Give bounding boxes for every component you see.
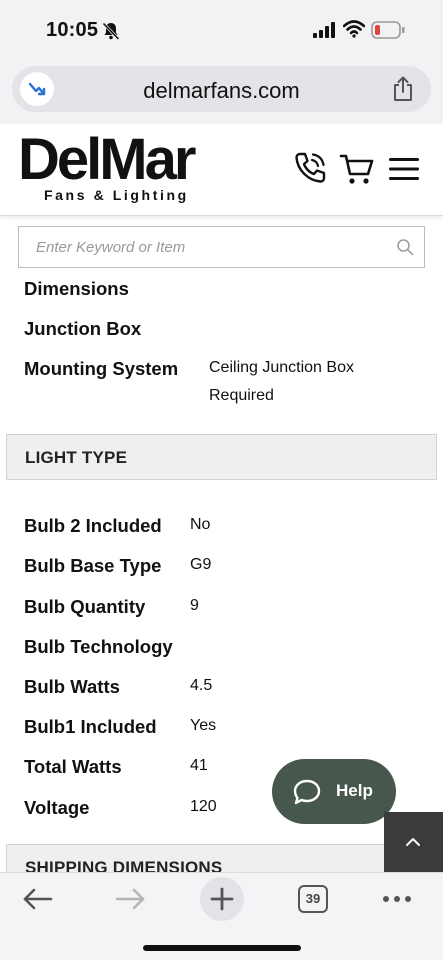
spec-label-mounting-system: Mounting System [24, 358, 179, 379]
spec-value-mounting-system-line1: Ceiling Junction Box [209, 359, 354, 376]
chevron-up-icon [406, 838, 420, 846]
spec-label-junction-box: Junction Box [24, 318, 142, 339]
help-chat-button[interactable]: Help [272, 759, 396, 824]
spec-value-mounting-system-line2: Required [209, 387, 274, 404]
menu-icon[interactable] [389, 156, 419, 182]
search-box [18, 226, 425, 268]
search-icon[interactable] [396, 238, 414, 256]
spec-label-voltage: Voltage [24, 797, 90, 818]
site-logo[interactable]: DelMar [18, 128, 196, 192]
battery-low-icon [371, 21, 405, 39]
browser-address-area: delmarfans.com [0, 60, 443, 124]
spec-value-total-watts: 41 [190, 757, 208, 774]
spec-value-bulb-base-type: G9 [190, 556, 212, 573]
spec-label-bulb-2-included: Bulb 2 Included [24, 515, 162, 536]
spec-value-bulb1-included: Yes [190, 717, 217, 734]
search-input[interactable] [19, 227, 424, 267]
spec-label-bulb1-included: Bulb1 Included [24, 716, 157, 737]
section-header-light-type[interactable]: LIGHT TYPE [6, 434, 437, 480]
spec-label-total-watts: Total Watts [24, 756, 122, 777]
site-tagline: Fans & Lighting [44, 187, 189, 203]
cart-icon[interactable] [339, 152, 375, 186]
site-header: DelMar Fans & Lighting [0, 124, 443, 216]
plus-icon [210, 887, 234, 911]
help-label: Help [336, 781, 373, 800]
status-time: 10:05 [46, 19, 99, 41]
spec-label-bulb-base-type: Bulb Base Type [24, 555, 162, 576]
browser-toolbar: 39 [0, 872, 443, 960]
spec-value-bulb-2-included: No [190, 516, 211, 533]
signal-icon [313, 22, 335, 38]
spec-label-bulb-technology: Bulb Technology [24, 636, 173, 657]
scroll-to-top-button[interactable] [384, 812, 443, 874]
share-icon[interactable] [391, 76, 415, 102]
more-icon[interactable] [382, 895, 412, 903]
bell-muted-icon [102, 22, 120, 41]
spec-value-voltage: 120 [190, 798, 217, 815]
url-text[interactable]: delmarfans.com [12, 78, 431, 104]
wifi-icon [343, 20, 365, 38]
chat-bubble-icon [293, 779, 321, 805]
spec-value-bulb-watts: 4.5 [190, 677, 213, 694]
tabs-button[interactable]: 39 [298, 885, 328, 913]
spec-label-bulb-watts: Bulb Watts [24, 676, 120, 697]
home-indicator [143, 945, 301, 951]
back-icon[interactable] [22, 887, 54, 911]
address-bar[interactable]: delmarfans.com [12, 66, 431, 112]
spec-value-bulb-quantity: 9 [190, 597, 199, 614]
spec-label-bulb-quantity: Bulb Quantity [24, 596, 146, 617]
spec-label-dimensions: Dimensions [24, 278, 129, 299]
status-bar: 10:05 [0, 0, 443, 60]
forward-icon[interactable] [114, 887, 146, 911]
phone-icon[interactable] [292, 150, 328, 186]
section-title: LIGHT TYPE [25, 448, 128, 467]
new-tab-button[interactable] [200, 877, 244, 921]
